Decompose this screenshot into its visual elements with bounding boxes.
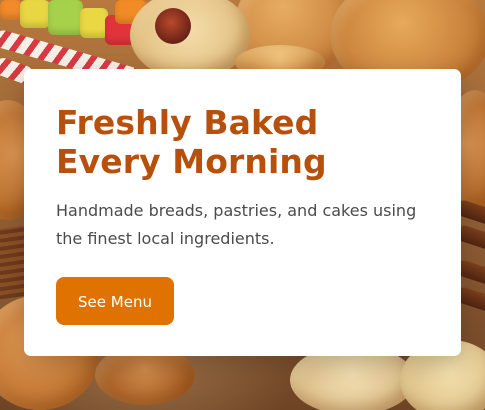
- hero-card: Freshly Baked Every Morning Handmade bre…: [24, 69, 461, 356]
- hero-title: Freshly Baked Every Morning: [56, 103, 327, 181]
- jam-center: [155, 8, 191, 44]
- hero-description: Handmade breads, pastries, and cakes usi…: [56, 201, 417, 248]
- gummy-candy: [0, 0, 22, 20]
- thumbprint-cookie: [130, 0, 250, 80]
- see-menu-button[interactable]: See Menu: [56, 277, 174, 325]
- gummy-candy: [20, 0, 50, 28]
- gummy-candy: [80, 8, 108, 38]
- gummy-candy: [48, 0, 83, 35]
